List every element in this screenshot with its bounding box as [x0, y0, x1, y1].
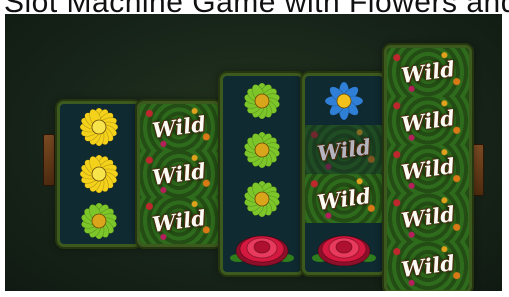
red-rose-icon: [312, 235, 376, 266]
wild-symbol: Wild: [387, 241, 469, 290]
wild-symbol: Wild: [305, 174, 383, 223]
yellow-flower-symbol: [60, 104, 138, 151]
wild-symbol: Wild: [387, 193, 469, 242]
wild-symbol: Wild: [387, 48, 469, 97]
wild-symbol: Wild: [140, 150, 218, 198]
green-flower-icon: [244, 180, 280, 217]
wild-symbol: Wild: [305, 125, 383, 174]
reel-1: [60, 104, 138, 244]
green-flower-icon: [244, 82, 280, 119]
reel-5: Wild Wild Wild Wild Wild: [387, 48, 469, 290]
blue-flower-symbol: [305, 76, 383, 125]
left-frame-plank: [43, 134, 55, 186]
slot-game-area: Wild Wild Wild Wild Wild Wild Wild Wild Wild Wild: [5, 14, 502, 291]
red-rose-symbol: [305, 223, 383, 272]
green-flower-icon: [81, 202, 117, 239]
red-rose-icon: [230, 235, 294, 266]
yellow-flower-symbol: [60, 151, 138, 198]
reel-2: Wild Wild Wild: [140, 104, 218, 244]
blue-flower-icon: [324, 81, 364, 120]
green-flower-symbol: [60, 197, 138, 244]
reel-3: [223, 76, 301, 272]
reel-4: Wild Wild: [305, 76, 383, 272]
green-flower-symbol: [223, 125, 301, 174]
green-flower-symbol: [223, 174, 301, 223]
green-flower-icon: [244, 131, 280, 168]
wild-symbol: Wild: [140, 197, 218, 244]
wild-symbol: Wild: [387, 96, 469, 145]
yellow-flower-icon: [79, 154, 119, 194]
red-rose-symbol: [223, 223, 301, 272]
green-flower-symbol: [223, 76, 301, 125]
yellow-flower-icon: [79, 108, 119, 147]
wild-symbol: Wild: [387, 144, 469, 194]
wild-symbol: Wild: [140, 104, 218, 151]
right-frame-plank: [472, 144, 484, 196]
